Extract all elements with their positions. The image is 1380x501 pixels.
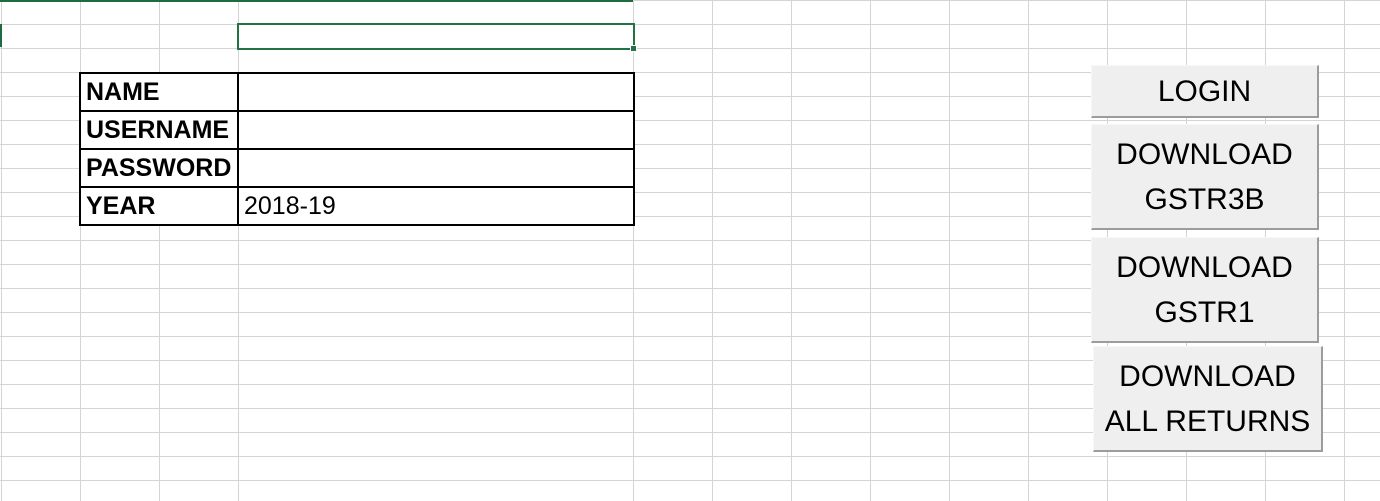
year-value-cell[interactable]: 2018-19 <box>237 186 635 226</box>
password-value-cell[interactable] <box>237 148 635 188</box>
password-label: PASSWORD <box>79 148 239 188</box>
download-gstr3b-label-line1: DOWNLOAD <box>1116 137 1293 171</box>
form-row-name: NAME <box>79 72 635 112</box>
name-value-cell[interactable] <box>237 72 635 112</box>
login-button[interactable]: LOGIN <box>1091 65 1319 118</box>
fill-handle[interactable] <box>630 45 637 52</box>
form-row-username: USERNAME <box>79 110 635 150</box>
download-gstr1-label-line1: DOWNLOAD <box>1116 250 1293 284</box>
selected-cell[interactable] <box>237 23 635 50</box>
download-gstr1-button[interactable]: DOWNLOAD GSTR1 <box>1091 237 1319 343</box>
download-gstr3b-button[interactable]: DOWNLOAD GSTR3B <box>1091 124 1319 230</box>
login-form-table: NAME USERNAME PASSWORD YEAR 2018-19 <box>79 72 635 226</box>
year-label: YEAR <box>79 186 239 226</box>
form-row-year: YEAR 2018-19 <box>79 186 635 226</box>
download-all-label-line2: ALL RETURNS <box>1104 404 1311 438</box>
name-label: NAME <box>79 72 239 112</box>
form-row-password: PASSWORD <box>79 148 635 188</box>
username-label: USERNAME <box>79 110 239 150</box>
sheet-top-edge <box>0 0 633 2</box>
username-value-cell[interactable] <box>237 110 635 150</box>
download-all-label-line1: DOWNLOAD <box>1119 359 1296 393</box>
row-selection-marker <box>0 24 2 47</box>
download-gstr1-label-line2: GSTR1 <box>1154 295 1255 329</box>
download-all-returns-button[interactable]: DOWNLOAD ALL RETURNS <box>1093 346 1323 452</box>
login-button-label: LOGIN <box>1157 74 1252 108</box>
download-gstr3b-label-line2: GSTR3B <box>1144 182 1265 216</box>
